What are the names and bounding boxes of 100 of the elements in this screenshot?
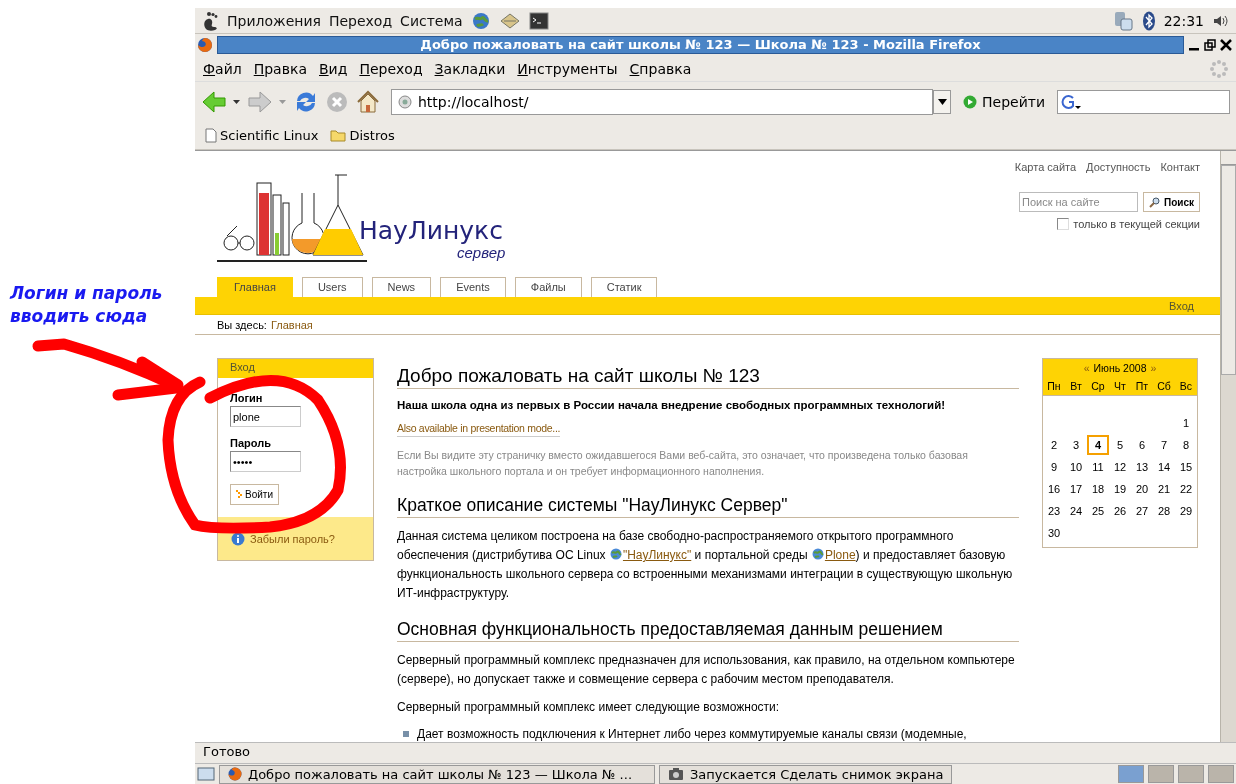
calendar-day[interactable]: 11 <box>1087 457 1109 477</box>
calendar-day[interactable]: 16 <box>1043 479 1065 499</box>
go-button[interactable]: Перейти <box>957 94 1051 110</box>
calendar-day[interactable]: 27 <box>1131 501 1153 521</box>
text-link[interactable]: Plone <box>824 548 856 562</box>
scrollbar[interactable] <box>1220 151 1236 742</box>
forgot-password-link[interactable]: Забыли пароль? <box>250 532 335 545</box>
panel-menu[interactable]: Переход <box>328 12 393 29</box>
weekday-label: Сб <box>1156 380 1172 392</box>
calendar-day[interactable]: 28 <box>1153 501 1175 521</box>
site-search-field[interactable]: Поиск на сайте <box>1019 192 1138 212</box>
paragraph: Серверный программный комплекс предназначен для использования, как правило, на отдельном компьютере (сервере), но допускает также и совмещение сервера с рабочим местом преподавателя. <box>397 652 1016 688</box>
clock[interactable]: 22:31 <box>1163 12 1204 29</box>
page-icon <box>398 95 412 109</box>
address-field[interactable]: http://localhost/ <box>391 89 933 115</box>
login-button[interactable]: Войти <box>230 484 279 505</box>
bookmark-link[interactable]: Distros <box>330 128 395 143</box>
checkbox[interactable] <box>1057 218 1070 230</box>
calendar-day[interactable]: 24 <box>1065 501 1087 521</box>
calendar-day[interactable]: 14 <box>1153 457 1175 477</box>
text-link[interactable]: "НауЛинукс" <box>622 548 692 562</box>
play-icon <box>963 95 977 109</box>
calendar-day[interactable]: 1 <box>1175 413 1197 433</box>
taskbar-button[interactable]: Добро пожаловать на сайт школы № 123 — Школа № ... <box>219 764 655 784</box>
menu-item[interactable]: Переход <box>359 60 423 77</box>
calendar-day[interactable]: 9 <box>1043 457 1065 477</box>
page-heading: Добро пожаловать на сайт школы № 123 <box>397 358 1019 389</box>
calendar-day[interactable]: 8 <box>1175 435 1197 455</box>
previous-month-link[interactable]: « <box>1083 362 1090 374</box>
nav-tab[interactable]: News <box>371 277 432 297</box>
breadcrumb-link[interactable]: Главная <box>270 318 313 331</box>
calendar-day[interactable]: 29 <box>1175 501 1197 521</box>
menu-item[interactable]: Справка <box>629 60 692 77</box>
field-label: Логин <box>230 392 264 404</box>
calendar-day[interactable]: 17 <box>1065 479 1087 499</box>
bookmark-link[interactable]: Scientific Linux <box>205 128 319 143</box>
calendar-day[interactable]: 23 <box>1043 501 1065 521</box>
stop-icon[interactable] <box>325 90 349 114</box>
logo-subtitle: сервер <box>457 245 506 261</box>
login-link[interactable]: Вход <box>1169 299 1194 312</box>
calendar-day[interactable]: 13 <box>1131 457 1153 477</box>
status-text: Готово <box>195 742 1236 763</box>
nav-tab[interactable]: Events <box>440 277 506 297</box>
firefox-icon <box>228 767 242 781</box>
firefox-icon[interactable] <box>197 37 213 53</box>
close-icon[interactable] <box>1220 39 1232 51</box>
search-button[interactable]: Поиск <box>1143 192 1200 212</box>
caret-icon[interactable] <box>233 99 241 105</box>
calendar-day[interactable]: 19 <box>1109 479 1131 499</box>
nav-tab[interactable]: Файлы <box>514 277 582 297</box>
taskbar-button[interactable]: Запускается Сделать снимок экрана <box>659 764 953 784</box>
calendar-day[interactable]: 12 <box>1109 457 1131 477</box>
calendar-day[interactable]: 6 <box>1131 435 1153 455</box>
calendar-day[interactable]: 25 <box>1087 501 1109 521</box>
bluetooth-icon[interactable] <box>1141 10 1156 31</box>
menu-item[interactable]: Файл <box>203 60 242 77</box>
login-field[interactable]: plone <box>230 406 301 427</box>
nav-tab[interactable]: Статик <box>590 277 658 297</box>
calendar-day[interactable]: 30 <box>1043 523 1065 543</box>
menu-item[interactable]: Инструменты <box>517 60 618 77</box>
calendar-day[interactable]: 15 <box>1175 457 1197 477</box>
calendar-day[interactable]: 26 <box>1109 501 1131 521</box>
calendar-day[interactable]: 20 <box>1131 479 1153 499</box>
search-icon <box>1149 196 1160 208</box>
menu-item[interactable]: Правка <box>253 60 307 77</box>
panel-menu[interactable]: Система <box>400 12 463 29</box>
terminal-icon[interactable] <box>528 10 549 31</box>
presentation-link[interactable]: Also available in presentation mode... <box>397 422 561 437</box>
panel-menu[interactable]: Приложения <box>227 12 321 29</box>
forward-arrow-icon[interactable] <box>247 90 273 114</box>
desktop-icon[interactable] <box>197 766 215 782</box>
site-link[interactable]: Карта сайта <box>1014 161 1077 173</box>
calendar-day[interactable]: 7 <box>1153 435 1175 455</box>
back-arrow-icon[interactable] <box>201 90 227 114</box>
calendar-day[interactable]: 3 <box>1065 435 1087 455</box>
home-icon[interactable] <box>355 90 381 114</box>
search-engine-icon <box>1060 93 1082 111</box>
nav-tab[interactable]: Users <box>301 277 363 297</box>
restore-icon[interactable] <box>1204 39 1216 51</box>
menu-item[interactable]: Вид <box>319 60 348 77</box>
calendar-day[interactable]: 21 <box>1153 479 1175 499</box>
arrow-dots-icon <box>236 490 242 499</box>
note-text: Если Вы видите эту страничку вместо ожидавшегося Вами веб-сайта, это означает, что произведена только базовая настройка школьного портала и он требует информационного наполнения. <box>397 448 969 479</box>
calendar-day[interactable]: 2 <box>1043 435 1065 455</box>
section-heading: Краткое описание системы "НауЛинукс Сервер" <box>397 495 1019 518</box>
calendar-day[interactable]: 4 <box>1087 435 1109 455</box>
calendar-day[interactable]: 18 <box>1087 479 1109 499</box>
calendar-day[interactable]: 10 <box>1065 457 1087 477</box>
search-field[interactable] <box>1057 90 1230 114</box>
calendar-day[interactable]: 5 <box>1109 435 1131 455</box>
dropdown-button[interactable] <box>933 90 951 114</box>
calendar-day[interactable]: 22 <box>1175 479 1197 499</box>
menu-item[interactable]: Закладки <box>434 60 506 77</box>
next-month-link[interactable]: » <box>1150 362 1157 374</box>
site-link[interactable]: Доступность <box>1086 161 1151 173</box>
site-link[interactable]: Контакт <box>1160 161 1200 173</box>
globe-icon[interactable] <box>470 10 491 31</box>
field-label: Пароль <box>230 437 272 449</box>
password-field[interactable]: ••••• <box>230 451 301 472</box>
nav-tab[interactable]: Главная <box>217 277 293 297</box>
